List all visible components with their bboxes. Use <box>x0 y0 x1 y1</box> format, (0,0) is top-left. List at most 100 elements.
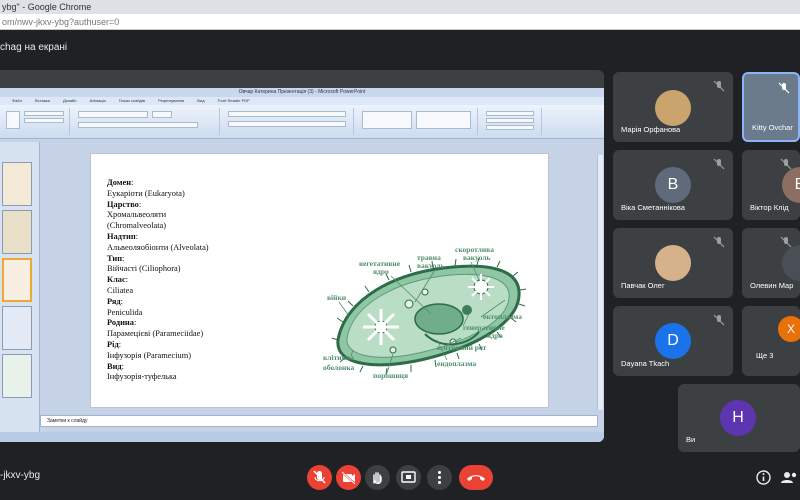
menu-item[interactable]: Файл <box>12 98 22 103</box>
participant-name: Віка Сметаннікова <box>621 203 685 212</box>
label-digestive-vacuole-2: вакуоль <box>417 261 444 270</box>
present-button[interactable] <box>396 465 421 490</box>
participant-tile-active[interactable]: Kitty Ovchar <box>742 72 800 142</box>
micronucleus <box>462 305 472 315</box>
participant-name: Kitty Ovchar <box>752 123 793 132</box>
raise-hand-icon <box>373 472 382 484</box>
notes-placeholder: Заметки к слайду <box>47 418 88 424</box>
participant-tile[interactable]: Марія Орфанова <box>613 72 733 142</box>
label-cilia: війки <box>327 293 347 302</box>
menu-item[interactable]: Вставка <box>35 98 50 103</box>
people-icon <box>781 472 797 483</box>
participant-tile[interactable]: B Віка Сметаннікова <box>613 150 733 220</box>
menu-item[interactable]: Показ слайдів <box>119 98 145 103</box>
more-options-button[interactable] <box>427 465 452 490</box>
menu-item[interactable]: Дизайн <box>63 98 76 103</box>
raise-hand-button[interactable] <box>365 465 390 490</box>
menu-item[interactable]: Анімація <box>90 98 106 103</box>
participant-name: Олевин Мар <box>750 281 794 290</box>
camera-toggle-button[interactable] <box>336 465 361 490</box>
info-icon <box>756 470 771 485</box>
slide-thumbnail[interactable] <box>2 162 32 206</box>
font-size-select[interactable] <box>152 111 172 118</box>
mic-off-icon <box>713 158 725 170</box>
participant-tile[interactable]: Павчак Олег <box>613 228 733 298</box>
meet-header: chag на екрані <box>0 30 800 64</box>
font-format-buttons[interactable] <box>78 122 198 128</box>
macronucleus <box>414 303 464 335</box>
avatar-letter: D <box>655 323 691 359</box>
label-cell-mouth: клітинний рот <box>437 343 487 352</box>
people-button[interactable] <box>777 465 800 490</box>
avatar-photo <box>782 245 800 281</box>
end-call-icon <box>467 475 485 481</box>
cut-button[interactable] <box>24 111 64 116</box>
slide-thumbnail[interactable] <box>2 306 32 350</box>
label-contractile-vacuole-2: вакуоль <box>463 253 490 262</box>
select-button[interactable] <box>486 125 534 130</box>
food-vacuole <box>404 299 414 309</box>
ribbon-group-font <box>74 108 220 135</box>
ribbon-group-drawing <box>358 108 478 135</box>
current-slide[interactable]: Домен: Еукаріоти (Eukaryota) Царство: Хрома… <box>90 153 549 408</box>
label-cell-membrane-1: клітинна <box>323 353 354 362</box>
window-title: ybg" - Google Chrome <box>2 2 92 12</box>
meeting-code: -jkxv-ybg <box>0 470 41 481</box>
menu-item[interactable]: Рецензування <box>158 98 184 103</box>
shapes-gallery[interactable] <box>362 111 412 129</box>
align-buttons[interactable] <box>228 121 346 127</box>
avatar-letter: H <box>720 400 756 436</box>
mic-off-icon <box>780 158 792 170</box>
slide-thumbnail-selected[interactable] <box>2 258 32 302</box>
slide-notes[interactable]: Заметки к слайду <box>40 415 598 427</box>
paste-button[interactable] <box>6 111 20 129</box>
avatar-letter: X <box>778 316 800 342</box>
participant-tile[interactable]: Олевин Мар <box>742 228 800 298</box>
replace-button[interactable] <box>486 118 534 123</box>
more-participants-tile[interactable]: X Ще 3 <box>742 306 800 376</box>
participant-tile[interactable]: B Віктор Клід <box>742 150 800 220</box>
mic-toggle-button[interactable] <box>307 465 332 490</box>
meeting-controls: -jkxv-ybg <box>0 455 800 500</box>
slide-thumbnail[interactable] <box>2 210 32 254</box>
mic-off-icon <box>780 236 792 248</box>
slide-scrollbar[interactable] <box>597 155 603 410</box>
ribbon-group-editing <box>482 108 542 135</box>
browser-title-bar: ybg" - Google Chrome <box>0 0 800 14</box>
participant-tile[interactable]: D Dayana Tkach <box>613 306 733 376</box>
menu-item[interactable]: Foxit Reader PDF <box>218 98 250 103</box>
avatar-photo <box>655 245 691 281</box>
powerpoint-ribbon <box>0 105 604 139</box>
arrange-button[interactable] <box>416 111 471 129</box>
end-call-button[interactable] <box>459 465 493 490</box>
more-participants-label: Ще 3 <box>756 351 774 360</box>
address-bar[interactable]: om/nwv-jkxv-ybg?authuser=0 <box>0 14 800 30</box>
font-name-select[interactable] <box>78 111 148 118</box>
slide-thumbnail[interactable] <box>2 354 32 398</box>
mic-off-icon <box>778 82 790 94</box>
more-options-icon <box>438 471 441 484</box>
avatar-letter: B <box>655 167 691 203</box>
self-view-tile[interactable]: H Ви <box>678 384 800 452</box>
label-vegetative-nucleus-2: ядро <box>373 267 389 276</box>
find-button[interactable] <box>486 111 534 116</box>
participant-name: Dayana Tkach <box>621 359 670 368</box>
ribbon-group-clipboard <box>2 108 70 135</box>
mic-off-icon <box>713 236 725 248</box>
mic-off-icon <box>713 314 725 326</box>
menu-item[interactable]: Вид <box>197 98 204 103</box>
participant-name: Віктор Клід <box>750 203 789 212</box>
copy-button[interactable] <box>24 118 64 123</box>
powerpoint-title-bar: Овчар Катерина Презентація (3) - Microso… <box>0 88 604 97</box>
url-text[interactable]: om/nwv-jkxv-ybg?authuser=0 <box>2 17 119 27</box>
avatar-letter: B <box>782 167 800 203</box>
paragraph-buttons[interactable] <box>228 111 346 117</box>
ribbon-group-paragraph <box>224 108 354 135</box>
meeting-info-button[interactable] <box>751 465 776 490</box>
contractile-vacuole-star-1 <box>363 309 399 345</box>
mic-off-icon <box>313 470 326 484</box>
participant-name: Ви <box>686 435 696 444</box>
powerpoint-status-bar <box>0 432 604 442</box>
powerpoint-menu: Файл Вставка Дизайн Анімація Показ слайд… <box>0 97 604 105</box>
avatar-photo <box>655 90 691 126</box>
